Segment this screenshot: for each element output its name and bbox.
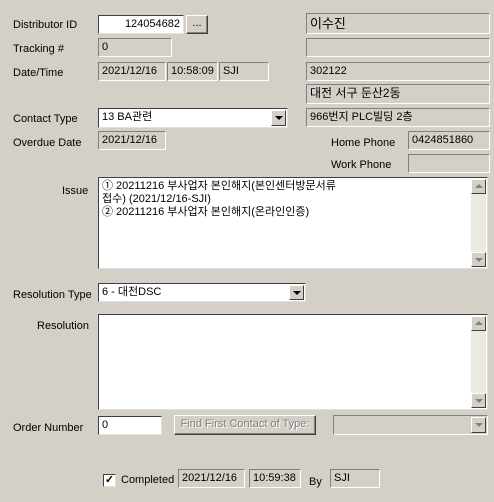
scroll-down-icon[interactable] [471, 252, 486, 267]
overdue-date-field: 2021/12/16 [98, 131, 166, 150]
issue-label: Issue [62, 185, 89, 197]
resolution-textarea[interactable] [98, 314, 488, 410]
distributor-lookup-button[interactable]: ... [186, 15, 208, 34]
issue-line: ② 20211216 부사업자 본인해지(온라인인증) [102, 206, 310, 218]
completed-date-field: 2021/12/16 [178, 469, 245, 488]
contact-type-value: 13 BA관련 [102, 111, 153, 123]
completed-by-field: SJI [330, 469, 380, 488]
scroll-up-icon[interactable] [471, 179, 486, 194]
find-contact-type-select[interactable] [333, 415, 488, 435]
distributor-id-input[interactable]: 124054682 [98, 15, 184, 34]
resolution-label: Resolution [37, 320, 89, 332]
chevron-down-icon[interactable] [471, 417, 486, 433]
contact-type-label: Contact Type [13, 113, 78, 125]
postal-code-field: 302122 [306, 62, 490, 81]
work-phone-field [408, 154, 490, 173]
issue-scrollbar[interactable] [471, 179, 486, 267]
completed-time-field: 10:59:38 [249, 469, 301, 488]
resolution-type-label: Resolution Type [13, 289, 92, 301]
completed-by-label: By [309, 476, 322, 488]
address-line1-field: 대전 서구 둔산2동 [306, 84, 490, 104]
scroll-up-icon[interactable] [471, 316, 486, 331]
chevron-down-icon[interactable] [271, 110, 286, 126]
order-number-input[interactable]: 0 [98, 416, 162, 435]
address-line2-field: 966번지 PLC빌딩 2층 [306, 108, 490, 127]
date-field: 2021/12/16 [98, 62, 166, 81]
resolution-type-select[interactable]: 6 - 대전DSC [98, 283, 306, 302]
resolution-scrollbar[interactable] [471, 316, 486, 408]
distributor-name-field: 이수진 [306, 13, 490, 34]
tracking-field: 0 [98, 38, 172, 57]
distributor-id-label: Distributor ID [13, 19, 78, 31]
issue-line: 접수) (2021/12/16-SJI) [102, 193, 211, 205]
tracking-label: Tracking # [13, 43, 64, 55]
scroll-down-icon[interactable] [471, 393, 486, 408]
completed-checkbox[interactable]: ✓ [103, 474, 116, 487]
order-number-label: Order Number [13, 422, 84, 434]
info-blank-field [306, 38, 490, 57]
find-first-contact-button[interactable]: Find First Contact of Type: [174, 415, 316, 435]
work-phone-label: Work Phone [331, 159, 392, 171]
chevron-down-icon[interactable] [289, 285, 304, 300]
overdue-date-label: Overdue Date [13, 137, 82, 149]
issue-textarea[interactable]: ① 20211216 부사업자 본인해지(본인센터방문서류 접수) (2021/… [98, 177, 488, 269]
contact-type-select[interactable]: 13 BA관련 [98, 108, 288, 128]
resolution-type-value: 6 - 대전DSC [102, 286, 162, 298]
home-phone-label: Home Phone [331, 137, 396, 149]
user-field: SJI [219, 62, 269, 81]
home-phone-field: 0424851860 [408, 131, 490, 150]
time-field: 10:58:09 [167, 62, 218, 81]
completed-label: Completed [121, 474, 175, 486]
issue-line: ① 20211216 부사업자 본인해지(본인센터방문서류 [102, 180, 336, 192]
datetime-label: Date/Time [13, 67, 64, 79]
